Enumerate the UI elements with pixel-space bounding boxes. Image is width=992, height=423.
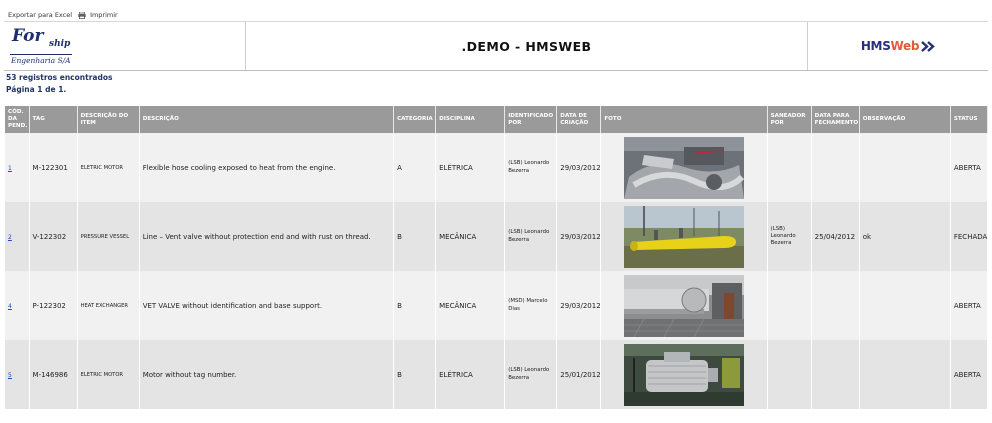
close-date-cell: 25/04/2012 <box>811 202 860 271</box>
col-header[interactable]: SANEADOR POR <box>767 106 812 133</box>
toolbar: Exportar para Excel Imprimir <box>8 10 118 20</box>
category-cell: B <box>393 271 437 340</box>
printer-icon <box>78 11 86 19</box>
pendencia-code-link[interactable]: 1 <box>8 165 12 172</box>
table-row: 5 M-146986 ELETRIC MOTOR Motor without t… <box>5 340 989 409</box>
tag-cell: M-146986 <box>29 340 78 409</box>
category-cell: B <box>393 202 437 271</box>
category-cell: A <box>393 133 437 202</box>
created-date-cell: 25/01/2012 <box>556 340 602 409</box>
discipline-cell: MECÂNICA <box>435 202 506 271</box>
identified-by-cell: (LSB) Leonardo Bezerra <box>504 133 558 202</box>
item-cell: ELETRIC MOTOR <box>77 340 140 409</box>
photo-cell <box>600 271 768 340</box>
item-cell: PRESSURE VESSEL <box>77 202 140 271</box>
pendencia-code-link[interactable]: 2 <box>8 234 12 241</box>
col-header[interactable]: DATA PARA FECHAMENTO <box>811 106 860 133</box>
col-header[interactable]: DATA DE CRIAÇÃO <box>556 106 602 133</box>
description-cell: Motor without tag number. <box>139 340 395 409</box>
identified-by-cell: (LSB) Leonardo Bezerra <box>504 340 558 409</box>
observation-cell <box>859 271 951 340</box>
observation-cell <box>859 133 951 202</box>
print-label: Imprimir <box>90 11 118 19</box>
export-excel-link[interactable]: Exportar para Excel <box>8 11 72 19</box>
title-cell: .DEMO - HMSWEB <box>246 22 808 70</box>
page-title: .DEMO - HMSWEB <box>461 38 592 54</box>
col-header[interactable]: FOTO <box>600 106 768 133</box>
vessel-photo[interactable] <box>623 205 744 268</box>
exchanger-photo[interactable] <box>623 274 744 337</box>
col-header[interactable]: IDENTIFICADO POR <box>504 106 558 133</box>
logo-main-text: For <box>12 26 44 46</box>
page-info: Página 1 de 1. <box>6 85 67 94</box>
col-header[interactable]: OBSERVAÇÃO <box>859 106 951 133</box>
logo-tagline: Engenharia S/A <box>11 56 71 65</box>
table-header-row: CÓD. DA PEND. TAG DESCRIÇÃO DO ITEM DESC… <box>5 106 989 133</box>
tag-cell: M-122301 <box>29 133 78 202</box>
col-header[interactable]: CÓD. DA PEND. <box>5 106 30 133</box>
close-date-cell <box>811 340 860 409</box>
pendencias-table: CÓD. DA PEND. TAG DESCRIÇÃO DO ITEM DESC… <box>5 106 989 409</box>
col-header[interactable]: DISCIPLINA <box>435 106 506 133</box>
close-date-cell <box>811 133 860 202</box>
created-date-cell: 29/03/2012 <box>556 271 602 340</box>
logo-sub-text: ship <box>49 39 71 49</box>
description-cell: Line – Vent valve without protection end… <box>139 202 395 271</box>
close-date-cell <box>811 271 860 340</box>
table-row: 4 P-122302 HEAT EXCHANGER VET VALVE with… <box>5 271 989 340</box>
status-cell: FECHADA <box>950 202 989 271</box>
hmsweb-logo: HMS Web <box>808 22 988 70</box>
status-cell: ABERTA <box>950 271 989 340</box>
observation-cell <box>859 340 951 409</box>
table-row: 2 V-122302 PRESSURE VESSEL Line – Vent v… <box>5 202 989 271</box>
status-cell: ABERTA <box>950 133 989 202</box>
item-cell: HEAT EXCHANGER <box>77 271 140 340</box>
col-header[interactable]: DESCRIÇÃO <box>139 106 395 133</box>
forship-logo: For ship Engenharia S/A <box>4 22 246 70</box>
pendencia-code-link[interactable]: 5 <box>8 372 12 379</box>
identified-by-cell: (LSB) Leonardo Bezerra <box>504 202 558 271</box>
description-cell: Flexible hose cooling exposed to heat fr… <box>139 133 395 202</box>
col-header[interactable]: STATUS <box>950 106 989 133</box>
page-header: For ship Engenharia S/A .DEMO - HMSWEB H… <box>4 21 988 71</box>
discipline-cell: ELÉTRICA <box>435 133 506 202</box>
brand-hms-text: HMS <box>860 39 891 53</box>
photo-cell <box>600 340 768 409</box>
motor-photo[interactable] <box>623 343 744 406</box>
brand-web-text: Web <box>890 39 920 53</box>
col-header[interactable]: DESCRIÇÃO DO ITEM <box>77 106 140 133</box>
col-header[interactable]: TAG <box>29 106 78 133</box>
discipline-cell: MECÂNICA <box>435 271 506 340</box>
pendencia-code-link[interactable]: 4 <box>8 303 12 310</box>
sanitized-by-cell <box>767 271 812 340</box>
discipline-cell: ELÉTRICA <box>435 340 506 409</box>
item-cell: ELETRIC MOTOR <box>77 133 140 202</box>
sanitized-by-cell: (LSB) Leonardo Bezerra <box>767 202 812 271</box>
status-cell: ABERTA <box>950 340 989 409</box>
created-date-cell: 29/03/2012 <box>556 133 602 202</box>
double-chevron-icon <box>921 37 935 56</box>
engine-photo[interactable] <box>623 136 744 199</box>
photo-cell <box>600 202 768 271</box>
created-date-cell: 29/03/2012 <box>556 202 602 271</box>
table-row: 1 M-122301 ELETRIC MOTOR Flexible hose c… <box>5 133 989 202</box>
description-cell: VET VALVE without identification and bas… <box>139 271 395 340</box>
logo-underline <box>10 54 72 55</box>
sanitized-by-cell <box>767 340 812 409</box>
sanitized-by-cell <box>767 133 812 202</box>
print-link[interactable]: Imprimir <box>78 11 118 19</box>
col-header[interactable]: CATEGORIA <box>393 106 437 133</box>
category-cell: B <box>393 340 437 409</box>
photo-cell <box>600 133 768 202</box>
tag-cell: P-122302 <box>29 271 78 340</box>
records-count: 53 registros encontrados <box>6 73 113 82</box>
observation-cell: ok <box>859 202 951 271</box>
tag-cell: V-122302 <box>29 202 78 271</box>
identified-by-cell: (MSD) Marcelo Dias <box>504 271 558 340</box>
